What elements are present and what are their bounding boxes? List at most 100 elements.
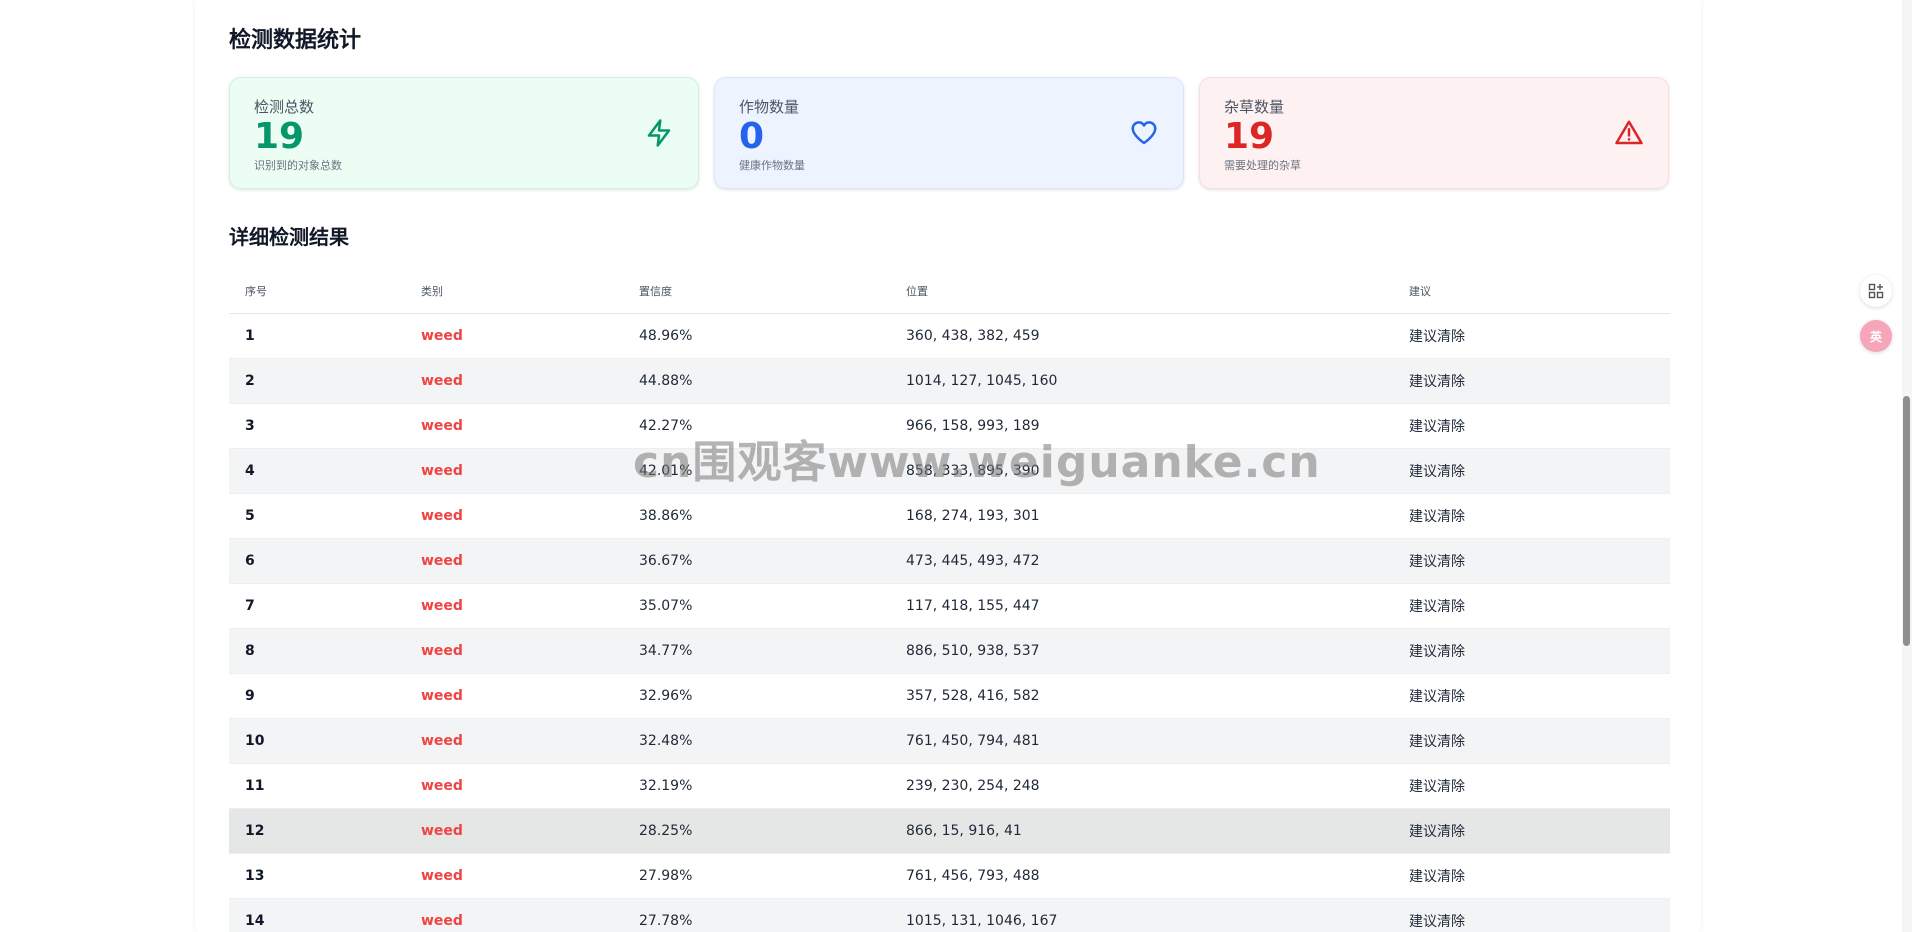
table-row[interactable]: 14 weed 27.78% 1015, 131, 1046, 167 建议清除 <box>229 898 1670 932</box>
cell-class: weed <box>405 853 623 899</box>
table-row[interactable]: 11 weed 32.19% 239, 230, 254, 248 建议清除 <box>229 763 1670 809</box>
card-value: 19 <box>1224 116 1275 157</box>
cell-index: 4 <box>229 448 405 494</box>
table-row[interactable]: 8 weed 34.77% 886, 510, 938, 537 建议清除 <box>229 628 1670 674</box>
cell-advice: 建议清除 <box>1393 358 1670 404</box>
cell-advice: 建议清除 <box>1393 403 1670 449</box>
table-row[interactable]: 6 weed 36.67% 473, 445, 493, 472 建议清除 <box>229 538 1670 584</box>
cell-position: 473, 445, 493, 472 <box>890 538 1393 584</box>
card-value: 19 <box>254 116 305 157</box>
lightning-icon <box>647 119 671 147</box>
card-label: 杂草数量 <box>1224 98 1285 116</box>
table-row[interactable]: 9 weed 32.96% 357, 528, 416, 582 建议清除 <box>229 673 1670 719</box>
cell-class: weed <box>405 808 623 854</box>
cell-class: weed <box>405 538 623 584</box>
table-row[interactable]: 13 weed 27.98% 761, 456, 793, 488 建议清除 <box>229 853 1670 899</box>
cell-advice: 建议清除 <box>1393 808 1670 854</box>
cell-index: 14 <box>229 898 405 932</box>
cell-position: 357, 528, 416, 582 <box>890 673 1393 719</box>
table-row[interactable]: 7 weed 35.07% 117, 418, 155, 447 建议清除 <box>229 583 1670 629</box>
cell-class: weed <box>405 403 623 449</box>
heart-icon <box>1131 121 1157 145</box>
detail-title: 详细检测结果 <box>229 225 349 249</box>
cell-position: 239, 230, 254, 248 <box>890 763 1393 809</box>
cell-position: 866, 15, 916, 41 <box>890 808 1393 854</box>
cell-index: 6 <box>229 538 405 584</box>
stats-title: 检测数据统计 <box>229 28 362 53</box>
table-header-row: 序号 类别 置信度 位置 建议 <box>229 270 1670 314</box>
cell-confidence: 27.78% <box>623 898 890 932</box>
cell-index: 7 <box>229 583 405 629</box>
cell-confidence: 34.77% <box>623 628 890 674</box>
cell-confidence: 38.86% <box>623 493 890 539</box>
translate-icon: 英 <box>1869 329 1882 344</box>
table-row[interactable]: 12 weed 28.25% 866, 15, 916, 41 建议清除 <box>229 808 1670 854</box>
cell-class: weed <box>405 763 623 809</box>
warning-icon <box>1615 120 1643 145</box>
scrollbar-thumb[interactable] <box>1903 396 1910 646</box>
cell-position: 168, 274, 193, 301 <box>890 493 1393 539</box>
cell-index: 2 <box>229 358 405 404</box>
crop-count-card: 作物数量 0 健康作物数量 <box>714 77 1184 189</box>
cell-confidence: 32.48% <box>623 718 890 764</box>
column-header-index: 序号 <box>229 270 405 314</box>
cell-advice: 建议清除 <box>1393 493 1670 539</box>
card-label: 检测总数 <box>254 98 315 116</box>
apps-add-button[interactable] <box>1860 275 1892 307</box>
stats-cards: 检测总数 19 识别到的对象总数 作物数量 0 健康作物数量 杂草数量 19 需… <box>229 77 1670 189</box>
total-detections-card: 检测总数 19 识别到的对象总数 <box>229 77 699 189</box>
cell-advice: 建议清除 <box>1393 628 1670 674</box>
cell-advice: 建议清除 <box>1393 448 1670 494</box>
cell-position: 1014, 127, 1045, 160 <box>890 358 1393 404</box>
cell-confidence: 48.96% <box>623 313 890 359</box>
card-value: 0 <box>739 116 765 157</box>
translate-button[interactable]: 英 <box>1860 320 1892 352</box>
table-row[interactable]: 3 weed 42.27% 966, 158, 993, 189 建议清除 <box>229 403 1670 449</box>
cell-class: weed <box>405 718 623 764</box>
cell-confidence: 32.19% <box>623 763 890 809</box>
cell-advice: 建议清除 <box>1393 763 1670 809</box>
cell-advice: 建议清除 <box>1393 538 1670 584</box>
cell-confidence: 44.88% <box>623 358 890 404</box>
cell-confidence: 27.98% <box>623 853 890 899</box>
cell-index: 5 <box>229 493 405 539</box>
cell-confidence: 42.01% <box>623 448 890 494</box>
table-row[interactable]: 5 weed 38.86% 168, 274, 193, 301 建议清除 <box>229 493 1670 539</box>
cell-class: weed <box>405 673 623 719</box>
table-body: 1 weed 48.96% 360, 438, 382, 459 建议清除 2 weed 44… <box>229 313 1670 932</box>
cell-position: 1015, 131, 1046, 167 <box>890 898 1393 932</box>
cell-position: 117, 418, 155, 447 <box>890 583 1393 629</box>
weed-count-card: 杂草数量 19 需要处理的杂草 <box>1199 77 1669 189</box>
cell-advice: 建议清除 <box>1393 718 1670 764</box>
cell-advice: 建议清除 <box>1393 853 1670 899</box>
cell-position: 886, 510, 938, 537 <box>890 628 1393 674</box>
cell-confidence: 36.67% <box>623 538 890 584</box>
results-table-wrapper: 序号 类别 置信度 位置 建议 1 weed 48.96% 360, 438, 382… <box>229 270 1670 932</box>
cell-confidence: 28.25% <box>623 808 890 854</box>
cell-class: weed <box>405 448 623 494</box>
cell-confidence: 35.07% <box>623 583 890 629</box>
table-row[interactable]: 4 weed 42.01% 858, 333, 895, 390 建议清除 <box>229 448 1670 494</box>
main-panel: 检测数据统计 检测总数 19 识别到的对象总数 作物数量 0 健康作物数量 杂草… <box>195 0 1701 932</box>
card-subtitle: 健康作物数量 <box>739 159 805 172</box>
table-row[interactable]: 10 weed 32.48% 761, 450, 794, 481 建议清除 <box>229 718 1670 764</box>
cell-index: 3 <box>229 403 405 449</box>
apps-add-icon <box>1868 283 1884 299</box>
cell-class: weed <box>405 628 623 674</box>
cell-position: 858, 333, 895, 390 <box>890 448 1393 494</box>
cell-class: weed <box>405 583 623 629</box>
cell-index: 1 <box>229 313 405 359</box>
cell-advice: 建议清除 <box>1393 313 1670 359</box>
cell-position: 966, 158, 993, 189 <box>890 403 1393 449</box>
cell-position: 360, 438, 382, 459 <box>890 313 1393 359</box>
table-row[interactable]: 1 weed 48.96% 360, 438, 382, 459 建议清除 <box>229 313 1670 359</box>
cell-index: 8 <box>229 628 405 674</box>
table-row[interactable]: 2 weed 44.88% 1014, 127, 1045, 160 建议清除 <box>229 358 1670 404</box>
cell-index: 11 <box>229 763 405 809</box>
cell-advice: 建议清除 <box>1393 673 1670 719</box>
cell-confidence: 32.96% <box>623 673 890 719</box>
cell-index: 10 <box>229 718 405 764</box>
column-header-confidence: 置信度 <box>623 270 890 314</box>
column-header-advice: 建议 <box>1393 270 1670 314</box>
page-scrollbar[interactable] <box>1902 0 1912 932</box>
